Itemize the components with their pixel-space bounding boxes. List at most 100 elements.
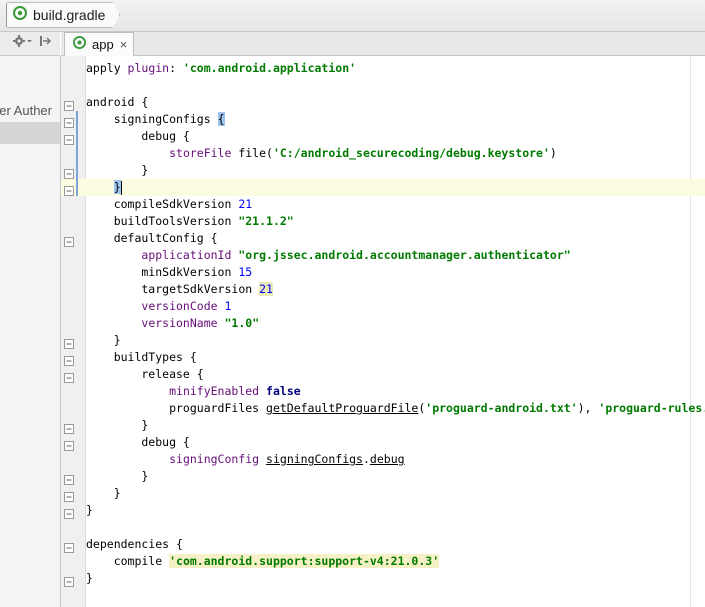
code-token: storeFile xyxy=(169,146,232,160)
fold-marker-icon[interactable] xyxy=(64,438,74,451)
fold-marker-icon[interactable] xyxy=(64,421,74,434)
code-token: targetSdkVersion xyxy=(86,282,260,296)
fold-marker-icon[interactable] xyxy=(64,506,74,519)
fold-marker-icon[interactable] xyxy=(64,574,74,587)
fold-marker-icon[interactable] xyxy=(64,115,74,128)
gradle-icon xyxy=(73,35,86,54)
fold-marker-icon[interactable] xyxy=(64,472,74,485)
breadcrumb-item-build-gradle[interactable]: build.gradle xyxy=(7,2,120,28)
close-icon[interactable]: × xyxy=(120,37,128,52)
code-line[interactable]: storeFile file('C:/android_securecoding/… xyxy=(86,145,705,162)
code-editor[interactable]: apply plugin: 'com.android.application' a… xyxy=(61,60,705,587)
code-line[interactable]: debug { xyxy=(86,434,705,451)
tab-app[interactable]: app × xyxy=(64,32,135,56)
code-token: 1 xyxy=(224,299,232,313)
code-token: false xyxy=(266,384,301,398)
code-line[interactable]: minifyEnabled false xyxy=(86,383,705,400)
breadcrumb-label: build.gradle xyxy=(33,7,106,23)
code-token: apply xyxy=(86,61,128,75)
code-line[interactable]: } xyxy=(86,162,705,179)
tree-item-label[interactable]: ger Auther xyxy=(0,103,52,118)
code-token: dependencies { xyxy=(86,537,183,551)
code-line[interactable]: proguardFiles getDefaultProguardFile('pr… xyxy=(86,400,705,417)
fold-marker-icon[interactable] xyxy=(64,234,74,247)
code-token: } xyxy=(86,469,149,483)
scope-indicator xyxy=(76,111,78,196)
code-token: } xyxy=(86,333,121,347)
fold-marker-icon[interactable] xyxy=(64,166,74,179)
code-line[interactable]: dependencies { xyxy=(86,536,705,553)
code-token: . xyxy=(362,452,370,466)
project-toolbar xyxy=(0,32,60,56)
code-line[interactable]: targetSdkVersion 21 xyxy=(86,281,705,298)
fold-marker-icon[interactable] xyxy=(64,98,74,111)
code-line[interactable]: compileSdkVersion 21 xyxy=(86,196,705,213)
code-token: } xyxy=(86,503,93,517)
code-line[interactable]: debug { xyxy=(86,128,705,145)
code-line[interactable]: defaultConfig { xyxy=(86,230,705,247)
fold-marker-icon[interactable] xyxy=(64,370,74,383)
code-line[interactable]: apply plugin: 'com.android.application' xyxy=(86,60,705,77)
fold-marker-icon[interactable] xyxy=(64,489,74,502)
code-line[interactable]: } xyxy=(86,417,705,434)
code-token: ), xyxy=(577,401,599,415)
code-token: file( xyxy=(231,146,273,160)
tree-selection-row[interactable] xyxy=(0,122,60,144)
code-line[interactable]: buildToolsVersion "21.1.2" xyxy=(86,213,705,230)
code-line[interactable]: minSdkVersion 15 xyxy=(86,264,705,281)
code-line[interactable]: } xyxy=(86,570,705,587)
code-token: buildTypes { xyxy=(86,350,197,364)
code-line[interactable] xyxy=(86,519,705,536)
code-token: } xyxy=(86,163,149,177)
fold-marker-icon[interactable] xyxy=(64,336,74,349)
code-line[interactable] xyxy=(86,77,705,94)
code-line[interactable]: } xyxy=(61,179,705,196)
code-token: } xyxy=(113,180,121,194)
fold-marker-icon[interactable] xyxy=(64,353,74,366)
code-line[interactable]: compile 'com.android.support:support-v4:… xyxy=(86,553,705,570)
code-token: 'com.android.application' xyxy=(182,61,357,75)
fold-marker-icon[interactable] xyxy=(64,132,74,145)
breadcrumb: build.gradle xyxy=(0,3,120,27)
code-line[interactable]: versionCode 1 xyxy=(86,298,705,315)
code-token: defaultConfig { xyxy=(86,231,218,245)
code-token: } xyxy=(86,486,121,500)
code-line[interactable]: android { xyxy=(86,94,705,111)
code-line[interactable]: release { xyxy=(86,366,705,383)
fold-marker-icon[interactable] xyxy=(64,540,74,553)
code-line[interactable]: versionName "1.0" xyxy=(86,315,705,332)
code-line[interactable]: signingConfigs { xyxy=(86,111,705,128)
code-line[interactable]: signingConfig signingConfigs.debug xyxy=(86,451,705,468)
gear-icon[interactable] xyxy=(12,34,32,53)
code-token: proguardFiles xyxy=(86,401,267,415)
code-token: minifyEnabled xyxy=(169,384,260,398)
breadcrumb-bar: build.gradle xyxy=(0,0,705,32)
pin-icon[interactable] xyxy=(38,34,52,53)
code-token: 'com.android.support:support-v4:21.0.3' xyxy=(169,554,440,568)
code-token: signingConfigs xyxy=(266,452,363,466)
gradle-icon xyxy=(13,6,27,25)
code-token: 'proguard-android.txt' xyxy=(425,401,578,415)
text-caret xyxy=(120,180,122,195)
code-token: signingConfigs xyxy=(86,112,218,126)
editor-tab-bar: app × xyxy=(61,32,705,56)
code-token: { xyxy=(217,112,225,126)
code-line[interactable]: buildTypes { xyxy=(86,349,705,366)
code-token: compileSdkVersion xyxy=(86,197,239,211)
code-line[interactable]: } xyxy=(86,468,705,485)
project-tree-panel: ger Auther xyxy=(0,56,61,607)
code-token: applicationId xyxy=(141,248,232,262)
code-line[interactable]: applicationId "org.jssec.android.account… xyxy=(86,247,705,264)
code-line[interactable]: } xyxy=(86,332,705,349)
code-line[interactable]: } xyxy=(86,485,705,502)
fold-marker-icon[interactable] xyxy=(64,183,74,196)
code-line[interactable]: } xyxy=(86,502,705,519)
